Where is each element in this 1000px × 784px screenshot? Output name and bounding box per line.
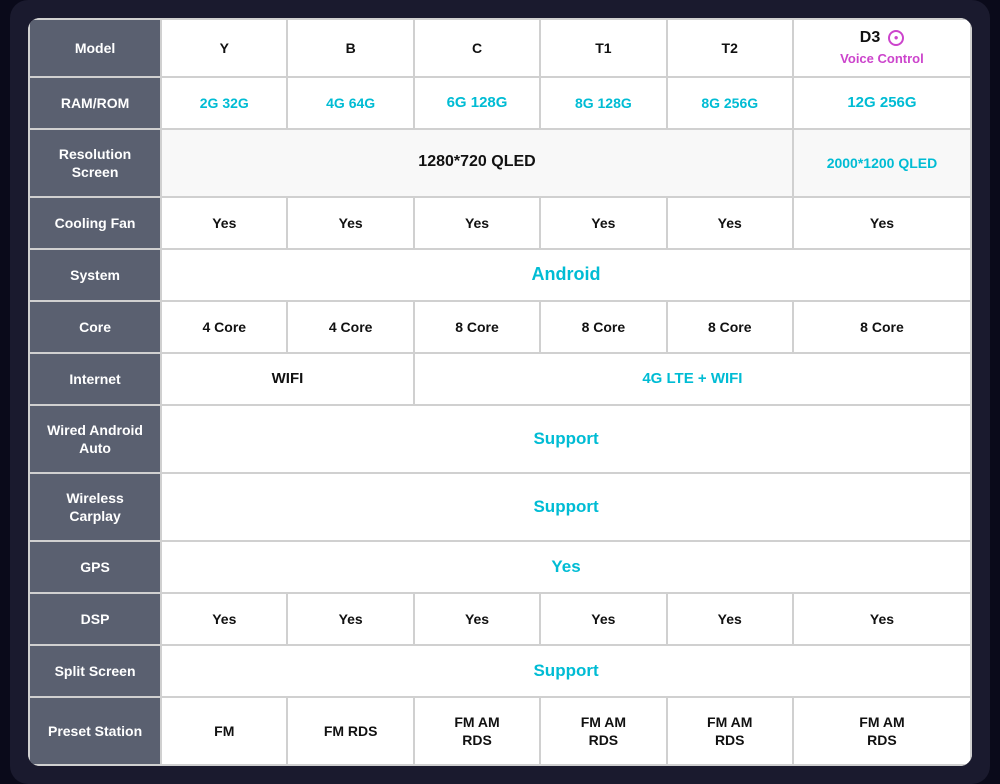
wireless-carplay-header: Wireless Carplay <box>29 473 161 541</box>
wireless-carplay-value: Support <box>161 473 971 541</box>
cooling-t1: Yes <box>540 197 666 249</box>
model-c: C <box>414 19 540 77</box>
wired-android-header: Wired Android Auto <box>29 405 161 473</box>
internet-4g: 4G LTE + WIFI <box>414 353 971 405</box>
cooling-y: Yes <box>161 197 287 249</box>
cooling-t2: Yes <box>667 197 793 249</box>
split-screen-header: Split Screen <box>29 645 161 697</box>
core-y: 4 Core <box>161 301 287 353</box>
ram-t1: 8G 128G <box>540 77 666 129</box>
ram-c: 6G 128G <box>414 77 540 129</box>
model-y: Y <box>161 19 287 77</box>
outer-container: Model Y B C T1 T2 D3 ● Voice Control RAM… <box>10 0 990 784</box>
cooling-b: Yes <box>287 197 413 249</box>
split-screen-value: Support <box>161 645 971 697</box>
preset-b: FM RDS <box>287 697 413 765</box>
model-t1: T1 <box>540 19 666 77</box>
model-t2: T2 <box>667 19 793 77</box>
resolution-d3: 2000*1200 QLED <box>793 129 971 197</box>
dsp-c: Yes <box>414 593 540 645</box>
cooling-c: Yes <box>414 197 540 249</box>
dsp-y: Yes <box>161 593 287 645</box>
gps-value: Yes <box>161 541 971 593</box>
comparison-table-container: Model Y B C T1 T2 D3 ● Voice Control RAM… <box>28 18 972 766</box>
dsp-header: DSP <box>29 593 161 645</box>
internet-wifi: WIFI <box>161 353 414 405</box>
core-t2: 8 Core <box>667 301 793 353</box>
core-b: 4 Core <box>287 301 413 353</box>
core-d3: 8 Core <box>793 301 971 353</box>
internet-header: Internet <box>29 353 161 405</box>
preset-t1: FM AM RDS <box>540 697 666 765</box>
ram-rom-header: RAM/ROM <box>29 77 161 129</box>
d3-title: D3 <box>860 29 880 46</box>
dsp-b: Yes <box>287 593 413 645</box>
resolution-header: Resolution Screen <box>29 129 161 197</box>
ram-y: 2G 32G <box>161 77 287 129</box>
core-header: Core <box>29 301 161 353</box>
comparison-table: Model Y B C T1 T2 D3 ● Voice Control RAM… <box>28 18 972 766</box>
preset-d3: FM AM RDS <box>793 697 971 765</box>
d3-voice-label: Voice Control <box>840 51 924 66</box>
ram-d3: 12G 256G <box>793 77 971 129</box>
core-t1: 8 Core <box>540 301 666 353</box>
gps-header: GPS <box>29 541 161 593</box>
d3-icon: ● <box>888 30 904 46</box>
cooling-d3: Yes <box>793 197 971 249</box>
dsp-t2: Yes <box>667 593 793 645</box>
cooling-fan-header: Cooling Fan <box>29 197 161 249</box>
preset-station-header: Preset Station <box>29 697 161 765</box>
system-header: System <box>29 249 161 301</box>
system-value: Android <box>161 249 971 301</box>
core-c: 8 Core <box>414 301 540 353</box>
preset-y: FM <box>161 697 287 765</box>
dsp-d3: Yes <box>793 593 971 645</box>
dsp-t1: Yes <box>540 593 666 645</box>
preset-c: FM AM RDS <box>414 697 540 765</box>
ram-t2: 8G 256G <box>667 77 793 129</box>
wired-android-value: Support <box>161 405 971 473</box>
ram-b: 4G 64G <box>287 77 413 129</box>
model-header: Model <box>29 19 161 77</box>
preset-t2: FM AM RDS <box>667 697 793 765</box>
model-b: B <box>287 19 413 77</box>
resolution-standard: 1280*720 QLED <box>161 129 793 197</box>
model-d3: D3 ● Voice Control <box>793 19 971 77</box>
